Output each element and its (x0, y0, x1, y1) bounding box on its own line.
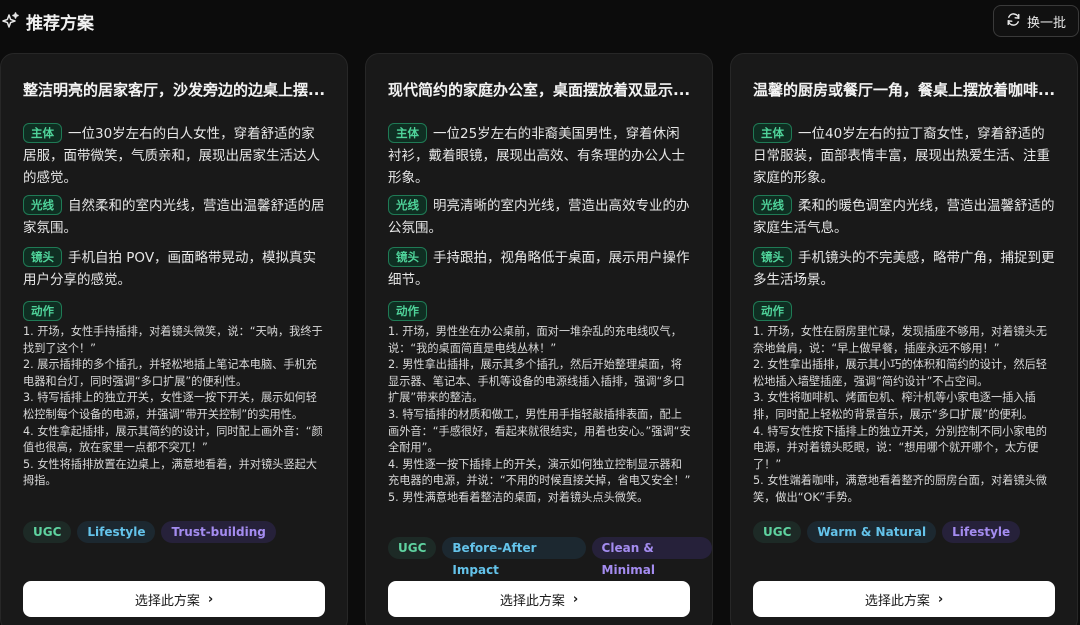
chevron-right-icon: › (572, 591, 579, 607)
camera-text: 手持跟拍，视角略低于桌面，展示用户操作细节。 (388, 250, 690, 288)
lighting-section: 光线 明亮清晰的室内光线，营造出高效专业的办公氛围。 (388, 195, 693, 239)
card-title: 温馨的厨房或餐厅一角，餐桌上摆放着咖啡... (753, 81, 1056, 99)
action-list: 1. 开场，女性在厨房里忙碌，发现插座不够用，对着镜头无奈地耸肩，说：“早上做早… (753, 324, 1058, 507)
chip: Before-After Impact (442, 537, 586, 577)
page-header: 推荐方案 换一批 (0, 0, 1080, 42)
action-step: 5. 男性满意地看着整洁的桌面，对着镜头点头微笑。 (388, 490, 649, 504)
lighting-section: 光线 柔和的暖色调室内光线，营造出温馨舒适的家庭生活气息。 (753, 195, 1058, 239)
card-title: 整洁明亮的居家客厅，沙发旁边的边桌上摆... (23, 81, 326, 99)
chip: UGC (753, 521, 802, 543)
chip: Warm & Natural (807, 521, 937, 543)
lighting-tag: 光线 (388, 195, 427, 215)
style-chips: UGC Warm & Natural Lifestyle (753, 521, 1021, 543)
select-plan-label: 选择此方案 (864, 593, 930, 609)
lighting-tag: 光线 (753, 195, 792, 215)
action-step: 3. 特写插排的材质和做工，男性用手指轻敲插排表面，配上画外音：“手感很好，看起… (388, 407, 691, 455)
action-step: 2. 男性拿出插排，展示其多个插孔，然后开始整理桌面，将显示器、笔记本、手机等设… (388, 358, 685, 405)
action-step: 5. 女性端着咖啡，满意地看着整齐的厨房台面，对着镜头微笑，做出“OK”手势。 (753, 474, 1047, 504)
subject-tag: 主体 (753, 123, 792, 143)
subject-text: 一位40岁左右的拉丁裔女性，穿着舒适的日常服装，面部表情丰富，展现出热爱生活、注… (753, 126, 1050, 186)
chip: UGC (23, 521, 72, 543)
sparkle-icon (0, 11, 20, 31)
select-plan-button[interactable]: 选择此方案 › (388, 581, 690, 617)
subject-text: 一位25岁左右的非裔美国男性，穿着休闲衬衫，戴着眼镜，展现出高效、有条理的办公人… (388, 126, 685, 186)
chip: Lifestyle (942, 521, 1021, 543)
action-list: 1. 开场，男性坐在办公桌前，面对一堆杂乱的充电线叹气，说：“我的桌面简直是电线… (388, 324, 693, 507)
style-chips: UGC Before-After Impact Clean & Minimal (388, 537, 712, 577)
action-step: 3. 女性将咖啡机、烤面包机、榨汁机等小家电逐一插入插排，同时配上轻松的背景音乐… (753, 391, 1036, 421)
style-chips: UGC Lifestyle Trust-building (23, 521, 276, 543)
action-step: 4. 男性逐一按下插排上的开关，演示如何独立控制显示器和充电器的电源，并说：“不… (388, 457, 691, 488)
action-tag: 动作 (753, 301, 792, 321)
chip: UGC (388, 537, 437, 559)
subject-text: 一位30岁左右的白人女性，穿着舒适的家居服，面带微笑，气质亲和，展现出居家生活达… (23, 126, 320, 186)
subject-section: 主体 一位25岁左右的非裔美国男性，穿着休闲衬衫，戴着眼镜，展现出高效、有条理的办… (388, 123, 693, 189)
action-step: 1. 开场，女性手持插排，对着镜头微笑，说：“天呐，我终于找到了这个！” (23, 325, 323, 355)
select-plan-button[interactable]: 选择此方案 › (23, 581, 325, 617)
card-title: 现代简约的家庭办公室，桌面摆放着双显示... (388, 81, 691, 99)
camera-section: 镜头 手机自拍 POV，画面略带晃动，模拟真实用户分享的感觉。 (23, 247, 328, 291)
chevron-right-icon: › (937, 591, 944, 607)
action-step: 3. 特写插排上的独立开关，女性逐一按下开关，展示如何轻松控制每个设备的电源，并… (23, 391, 317, 421)
chip: Clean & Minimal (591, 537, 712, 577)
subject-section: 主体 一位30岁左右的白人女性，穿着舒适的家居服，面带微笑，气质亲和，展现出居家生… (23, 123, 328, 189)
lighting-tag: 光线 (23, 195, 62, 215)
camera-section: 镜头 手机镜头的不完美感，略带广角，捕捉到更多生活场景。 (753, 247, 1058, 291)
page-title-text: 推荐方案 (26, 13, 94, 34)
camera-text: 手机镜头的不完美感，略带广角，捕捉到更多生活场景。 (753, 250, 1055, 288)
lighting-text: 柔和的暖色调室内光线，营造出温馨舒适的家庭生活气息。 (753, 198, 1055, 236)
camera-text: 手机自拍 POV，画面略带晃动，模拟真实用户分享的感觉。 (23, 250, 317, 288)
camera-tag: 镜头 (388, 247, 427, 267)
refresh-batch-button[interactable]: 换一批 (993, 5, 1079, 37)
chip: Trust-building (161, 521, 276, 543)
plan-card: 整洁明亮的居家客厅，沙发旁边的边桌上摆... 主体 一位30岁左右的白人女性，穿着… (0, 53, 348, 625)
action-list: 1. 开场，女性手持插排，对着镜头微笑，说：“天呐，我终于找到了这个！” 2. … (23, 324, 328, 490)
action-tag: 动作 (23, 301, 62, 321)
chip: Lifestyle (77, 521, 156, 543)
action-step: 1. 开场，男性坐在办公桌前，面对一堆杂乱的充电线叹气，说：“我的桌面简直是电线… (388, 325, 682, 355)
subject-tag: 主体 (23, 123, 62, 143)
plan-card: 温馨的厨房或餐厅一角，餐桌上摆放着咖啡... 主体 一位40岁左右的拉丁裔女性，穿… (730, 53, 1078, 625)
action-step: 2. 女性拿出插排，展示其小巧的体积和简约的设计，然后轻松地插入墙壁插座，强调“… (753, 358, 1047, 388)
camera-tag: 镜头 (23, 247, 62, 267)
subject-section: 主体 一位40岁左右的拉丁裔女性，穿着舒适的日常服装，面部表情丰富，展现出热爱生活… (753, 123, 1058, 189)
lighting-text: 明亮清晰的室内光线，营造出高效专业的办公氛围。 (388, 198, 690, 236)
action-step: 4. 特写女性按下插排上的独立开关，分别控制不同小家电的电源，并对着镜头眨眼，说… (753, 424, 1047, 471)
chevron-right-icon: › (207, 591, 214, 607)
plan-card: 现代简约的家庭办公室，桌面摆放着双显示... 主体 一位25岁左右的非裔美国男性，… (365, 53, 713, 625)
refresh-label: 换一批 (1026, 15, 1066, 31)
page-title: 推荐方案 (0, 8, 94, 34)
camera-section: 镜头 手持跟拍，视角略低于桌面，展示用户操作细节。 (388, 247, 693, 291)
select-plan-label: 选择此方案 (134, 593, 200, 609)
camera-tag: 镜头 (753, 247, 792, 267)
lighting-text: 自然柔和的室内光线，营造出温馨舒适的居家氛围。 (23, 198, 325, 236)
refresh-icon (1006, 12, 1021, 31)
lighting-section: 光线 自然柔和的室内光线，营造出温馨舒适的居家氛围。 (23, 195, 328, 239)
subject-tag: 主体 (388, 123, 427, 143)
action-step: 5. 女性将插排放置在边桌上，满意地看着，并对镜头竖起大拇指。 (23, 457, 317, 488)
action-step: 4. 女性拿起插排，展示其简约的设计，同时配上画外音：“颜值也很高，放在家里一点… (23, 424, 323, 455)
select-plan-label: 选择此方案 (499, 593, 565, 609)
action-step: 2. 展示插排的多个插孔，并轻松地插上笔记本电脑、手机充电器和台灯，同时强调“多… (23, 358, 317, 388)
select-plan-button[interactable]: 选择此方案 › (753, 581, 1055, 617)
action-step: 1. 开场，女性在厨房里忙碌，发现插座不够用，对着镜头无奈地耸肩，说：“早上做早… (753, 325, 1047, 355)
action-tag: 动作 (388, 301, 427, 321)
